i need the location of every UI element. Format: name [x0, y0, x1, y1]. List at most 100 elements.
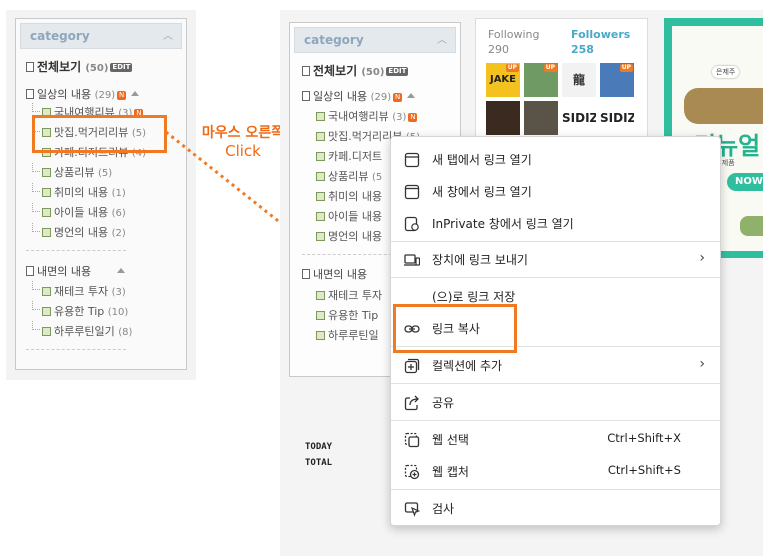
web-capture-icon: [404, 464, 420, 480]
menu-item-label: (으)로 링크 저장: [432, 290, 516, 304]
leaf-icon: [316, 311, 325, 320]
menu-item-open-new-tab[interactable]: 새 탭에서 링크 열기: [391, 143, 720, 175]
category-item[interactable]: 유용한 Tip: [316, 309, 378, 323]
blog-thumbnail[interactable]: 龍: [562, 63, 596, 97]
blog-thumbnail[interactable]: UP: [524, 63, 558, 97]
leaf-icon: [316, 152, 325, 161]
new-badge: N: [393, 93, 403, 102]
page-icon: [302, 66, 310, 76]
blog-thumbnail[interactable]: SIDIZ: [562, 101, 596, 135]
menu-item-add-to-collections[interactable]: 컬렉션에 추가 ›: [391, 349, 720, 381]
menu-separator: [391, 383, 720, 384]
menu-item-label: 웹 캡처: [432, 465, 469, 479]
category-item[interactable]: 하루루틴일: [316, 329, 379, 343]
ad-food-image: [684, 88, 763, 124]
collapse-icon[interactable]: [407, 93, 416, 98]
category-all[interactable]: 전체보기 (50) EDIT: [302, 64, 409, 80]
menu-item-share[interactable]: 공유: [391, 386, 720, 418]
menu-separator: [391, 420, 720, 421]
category-item[interactable]: 명언의 내용: [316, 230, 382, 244]
leaf-icon: [316, 212, 325, 221]
item-label: 하루루틴일: [328, 329, 379, 342]
category-header[interactable]: category ︿: [294, 27, 456, 53]
category-item[interactable]: 재테크 투자: [316, 289, 382, 303]
ad-food-image: [740, 216, 763, 236]
category-item[interactable]: 국내여행리뷰 (3) N: [316, 110, 418, 125]
item-label: 재테크 투자: [328, 289, 383, 302]
chevron-right-icon: ›: [699, 250, 705, 266]
collections-icon: [404, 358, 420, 374]
menu-item-label: 웹 선택: [432, 433, 469, 447]
menu-item-label: 검사: [432, 502, 455, 516]
menu-item-web-select[interactable]: 웹 선택 Ctrl+Shift+X: [391, 423, 720, 455]
menu-separator: [391, 241, 720, 242]
new-tab-icon: [404, 152, 420, 168]
following-label[interactable]: Following: [488, 28, 540, 41]
menu-separator: [391, 277, 720, 278]
category-item[interactable]: 아이들 내용: [316, 210, 382, 224]
edit-badge[interactable]: EDIT: [386, 67, 409, 76]
category-item[interactable]: 취미의 내용: [316, 190, 382, 204]
menu-item-shortcut: Ctrl+Shift+S: [607, 463, 681, 477]
item-label: 아이들 내용: [328, 210, 383, 223]
page-icon: [302, 269, 310, 279]
category-item[interactable]: 카페.디저트: [316, 150, 382, 164]
group-count: (29): [370, 92, 392, 103]
leaf-icon: [316, 232, 325, 241]
menu-item-web-capture[interactable]: 웹 캡처 Ctrl+Shift+S: [391, 455, 720, 487]
today-label: TODAY: [305, 442, 333, 452]
ad-tag: 은제주: [712, 66, 740, 78]
category-group-daily[interactable]: 일상의 내용 (29) N: [302, 90, 416, 105]
follow-widget: Following 290 Followers 258 JAKE UP UP 龍 …: [475, 18, 648, 146]
leaf-icon: [316, 172, 325, 181]
all-label: 전체보기: [313, 64, 358, 78]
item-label: 상품리뷰: [328, 170, 369, 183]
inprivate-icon: [404, 216, 419, 232]
followers-label[interactable]: Followers: [571, 28, 630, 41]
item-label: 국내여행리뷰: [328, 110, 389, 123]
new-badge: N: [408, 113, 418, 122]
item-label: 유용한 Tip: [328, 309, 379, 322]
following-count: 290: [488, 43, 509, 56]
leaf-icon: [316, 331, 325, 340]
menu-item-shortcut: Ctrl+Shift+X: [607, 431, 681, 445]
menu-item-label: InPrivate 창에서 링크 열기: [432, 217, 574, 231]
item-count: (3): [392, 112, 407, 123]
web-select-icon: [404, 432, 420, 448]
highlight-box: [393, 304, 517, 353]
menu-item-open-inprivate[interactable]: InPrivate 창에서 링크 열기: [391, 207, 720, 239]
menu-item-label: 새 탭에서 링크 열기: [432, 153, 532, 167]
category-item[interactable]: 상품리뷰 (5: [316, 170, 382, 185]
new-window-icon: [404, 184, 420, 200]
menu-item-label: 공유: [432, 396, 455, 410]
item-label: 카페.디저트: [328, 150, 383, 163]
menu-item-send-to-device[interactable]: 장치에 링크 보내기 ›: [391, 243, 720, 275]
blog-thumbnail[interactable]: [524, 101, 558, 135]
share-icon: [404, 395, 419, 411]
blog-thumbnail[interactable]: [486, 101, 520, 135]
menu-item-label: 컬렉션에 추가: [432, 359, 503, 373]
menu-item-label: 장치에 링크 보내기: [432, 253, 528, 267]
chevron-up-icon[interactable]: ︿: [437, 31, 447, 46]
item-count: (5: [371, 172, 383, 183]
item-label: 명언의 내용: [328, 230, 383, 243]
ad-button[interactable]: NOW: [727, 173, 763, 191]
category-title: category: [304, 33, 364, 47]
leaf-icon: [316, 192, 325, 201]
menu-item-inspect[interactable]: 검사: [391, 492, 720, 524]
menu-item-open-new-window[interactable]: 새 창에서 링크 열기: [391, 175, 720, 207]
category-group-inner[interactable]: 내면의 내용: [302, 268, 367, 282]
followers-count: 258: [571, 43, 594, 56]
blog-thumbnail[interactable]: JAKE UP: [486, 63, 520, 97]
send-to-device-icon: [404, 254, 420, 266]
total-label: TOTAL: [305, 458, 333, 468]
group-label: 내면의 내용: [313, 268, 368, 281]
inspect-icon: [404, 502, 420, 517]
group-label: 일상의 내용: [313, 90, 368, 103]
leaf-icon: [316, 132, 325, 141]
chevron-right-icon: ›: [699, 356, 705, 372]
blog-thumbnail[interactable]: UP: [600, 63, 634, 97]
divider: [302, 254, 402, 255]
item-label: 취미의 내용: [328, 190, 383, 203]
blog-thumbnail[interactable]: SIDIZ: [600, 101, 634, 135]
